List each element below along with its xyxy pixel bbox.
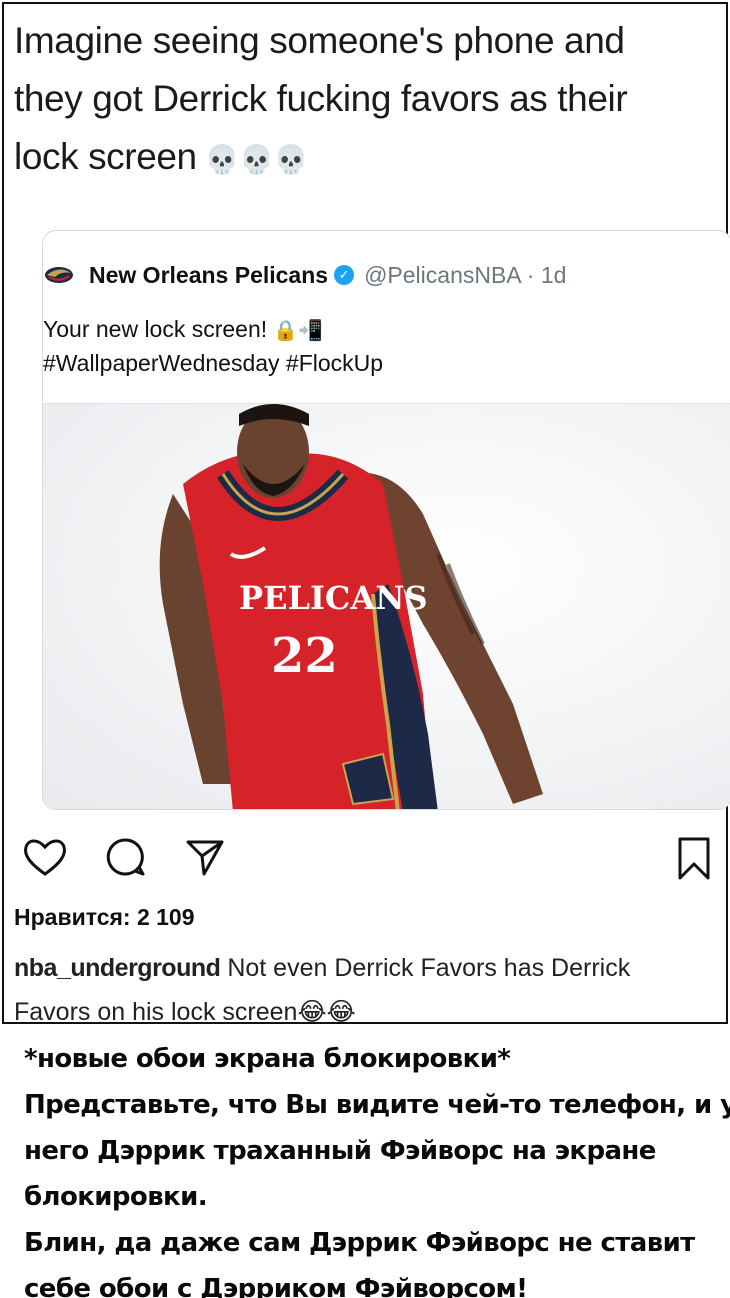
heart-icon[interactable]: [22, 836, 68, 878]
ru-line-6: себе обои с Дэрриком Фэйворсом!: [24, 1274, 528, 1298]
ru-line-2: Представьте, что Вы видите чей-то телефо…: [24, 1090, 730, 1120]
pelicans-logo-icon: [45, 267, 73, 283]
player-photo[interactable]: PELICANS 22: [43, 403, 730, 809]
quoted-line-1-text: Your new lock screen!: [43, 316, 268, 342]
post-caption: nba_underground Not even Derrick Favors …: [14, 946, 724, 1034]
caption-username[interactable]: nba_underground: [14, 954, 221, 982]
comment-icon[interactable]: [104, 836, 146, 878]
team-name[interactable]: New Orleans Pelicans: [89, 262, 328, 289]
jersey-number: 22: [271, 628, 338, 684]
jersey-text: PELICANS: [239, 579, 428, 617]
tweet-line-1: Imagine seeing someone's phone and: [14, 20, 625, 61]
quoted-line-2[interactable]: #WallpaperWednesday #FlockUp: [43, 347, 683, 379]
quoted-tweet-text: Your new lock screen! 🔒📲 #WallpaperWednes…: [43, 313, 683, 379]
laughing-emoji: 😂😂: [297, 998, 356, 1026]
verified-badge-icon: ✓: [334, 265, 355, 285]
player-image: PELICANS 22: [43, 404, 730, 809]
tweet-line-2: they got Derrick fucking favors as their: [14, 78, 628, 119]
lock-phone-emoji: 🔒📲: [273, 320, 323, 342]
caption-line-2: Favors on his lock screen😂😂: [14, 990, 724, 1034]
caption-text: Not even Derrick Favors has Derrick: [220, 954, 631, 982]
quoted-tweet-card[interactable]: New Orleans Pelicans ✓ @PelicansNBA · 1d…: [42, 230, 730, 810]
skull-emoji: 💀💀💀: [204, 144, 309, 175]
ru-line-4: блокировки.: [24, 1182, 208, 1212]
screenshot-frame: Imagine seeing someone's phone and they …: [2, 2, 730, 1026]
tweet-line-3: lock screen 💀💀💀: [14, 128, 714, 189]
quoted-line-1: Your new lock screen! 🔒📲: [43, 313, 683, 347]
likes-count[interactable]: Нравится: 2 109: [14, 904, 195, 931]
caption-text-2: Favors on his lock screen: [14, 998, 298, 1026]
caption-line-1: nba_underground Not even Derrick Favors …: [14, 946, 724, 990]
handle-and-time: @PelicansNBA · 1d: [364, 261, 567, 288]
ru-line-3: него Дэррик траханный Фэйворс на экране: [24, 1136, 656, 1166]
tweet-line-3-text: lock screen: [14, 136, 197, 177]
tweet-text: Imagine seeing someone's phone and they …: [14, 12, 714, 189]
ru-line-5: Блин, да даже сам Дэррик Фэйворс не став…: [24, 1228, 695, 1258]
quoted-tweet-header: New Orleans Pelicans ✓ @PelicansNBA · 1d: [43, 259, 730, 291]
share-icon[interactable]: [184, 836, 226, 878]
russian-translation: *новые обои экрана блокировки* Представь…: [24, 1036, 730, 1298]
bookmark-icon[interactable]: [676, 836, 712, 882]
ru-line-1: *новые обои экрана блокировки*: [24, 1044, 511, 1074]
